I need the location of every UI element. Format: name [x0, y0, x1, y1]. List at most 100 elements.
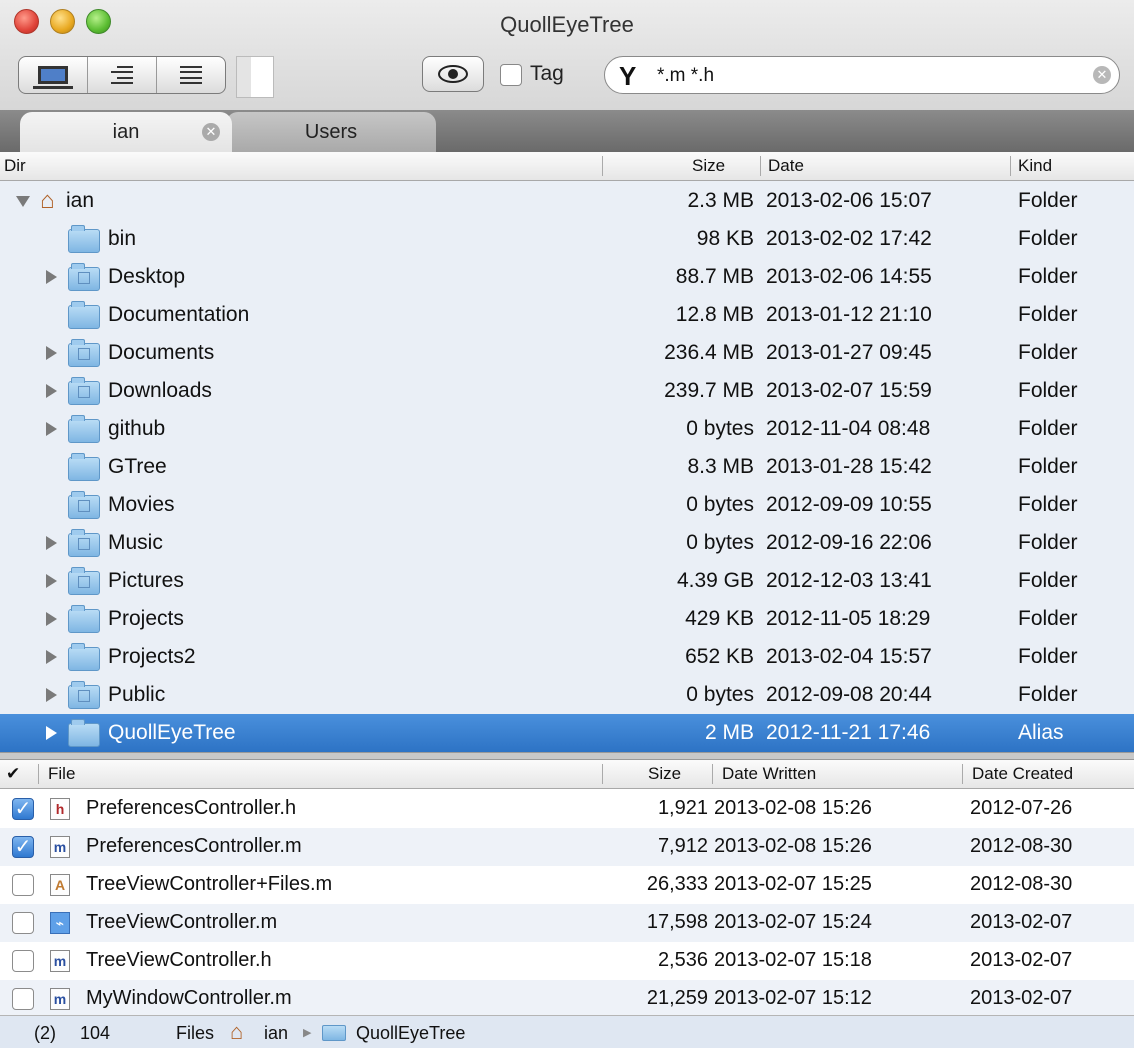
disclosure-triangle-icon[interactable] [16, 196, 30, 207]
column-header-date-written[interactable]: Date Written [722, 764, 816, 784]
file-count: 104 [80, 1023, 111, 1043]
file-size: 7,912 [657, 835, 708, 857]
tab-ian[interactable]: ian ✕ [20, 112, 232, 152]
disclosure-triangle-icon[interactable] [46, 612, 57, 626]
disclosure-triangle-icon[interactable] [46, 574, 57, 588]
dir-row[interactable]: Desktop 88.7 MB 2013-02-06 14:55 Folder [0, 258, 1134, 296]
dir-row[interactable]: Pictures 4.39 GB 2012-12-03 13:41 Folder [0, 562, 1134, 600]
m-file-icon: m [50, 836, 70, 858]
file-row[interactable]: ⌁ TreeViewController.m 17,598 2013-02-07 15… [0, 904, 1134, 942]
disclosure-triangle-icon[interactable] [46, 726, 57, 740]
filter-field[interactable]: Y *.m *.h ✕ [604, 56, 1120, 94]
outline-list-icon [111, 66, 133, 84]
dir-row[interactable]: Downloads 239.7 MB 2013-02-07 15:59 Folder [0, 372, 1134, 410]
dir-row[interactable]: Music 0 bytes 2012-09-16 22:06 Folder [0, 524, 1134, 562]
folder-icon [68, 415, 100, 443]
dir-row[interactable]: github 0 bytes 2012-11-04 08:48 Folder [0, 410, 1134, 448]
folder-icon [68, 643, 100, 671]
dir-date: 2013-02-06 14:55 [766, 265, 932, 288]
dir-row[interactable]: QuollEyeTree 2 MB 2012-11-21 17:46 Alias [0, 714, 1134, 752]
tag-checkbox[interactable] [500, 64, 522, 86]
tab-users[interactable]: Users [226, 112, 436, 152]
file-date-written: 2013-02-07 15:12 [714, 987, 872, 1009]
dir-name: Projects [108, 607, 184, 630]
column-header-check[interactable]: ✔ [6, 764, 20, 784]
disclosure-triangle-icon[interactable] [46, 346, 57, 360]
view-mode-segmented-control[interactable] [18, 56, 226, 94]
dir-row[interactable]: ⌂ ian 2.3 MB 2013-02-06 15:07 Folder [0, 182, 1134, 220]
dir-name: GTree [108, 455, 167, 478]
file-row[interactable]: ✓ h PreferencesController.h 1,921 2013-02-08… [0, 790, 1134, 828]
disclosure-triangle-icon[interactable] [46, 650, 57, 664]
dir-row[interactable]: Movies 0 bytes 2012-09-09 10:55 Folder [0, 486, 1134, 524]
file-checkbox[interactable] [12, 912, 34, 934]
view-icon-button[interactable] [19, 57, 88, 93]
tab-bar: Users ian ✕ [0, 110, 1134, 152]
dir-name: Projects2 [108, 645, 196, 668]
dir-date: 2012-09-09 10:55 [766, 493, 932, 516]
column-header-date[interactable]: Date [768, 156, 804, 176]
dir-name: Desktop [108, 265, 186, 288]
view-list-button[interactable] [157, 57, 225, 93]
file-checkbox[interactable] [12, 874, 34, 896]
pane-splitter[interactable] [0, 752, 1134, 760]
funnel-icon[interactable]: Y [619, 61, 636, 92]
path-home[interactable]: ian [264, 1023, 288, 1044]
file-row[interactable]: ✓ m PreferencesController.m 7,912 2013-02-08… [0, 828, 1134, 866]
clear-filter-icon[interactable]: ✕ [1093, 66, 1111, 84]
dir-size: 429 KB [685, 607, 754, 630]
dir-row[interactable]: Public 0 bytes 2012-09-08 20:44 Folder [0, 676, 1134, 714]
dir-row[interactable]: bin 98 KB 2013-02-02 17:42 Folder [0, 220, 1134, 258]
path-separator-icon: ▶ [303, 1027, 312, 1039]
list-icon [180, 66, 202, 84]
dir-size: 0 bytes [686, 531, 754, 554]
file-size: 1,921 [657, 797, 708, 819]
disclosure-triangle-icon[interactable] [46, 422, 57, 436]
disclosure-triangle-icon[interactable] [46, 688, 57, 702]
tag-label: Tag [530, 62, 564, 85]
dir-kind: Folder [1018, 493, 1078, 516]
dir-row[interactable]: Documentation 12.8 MB 2013-01-12 21:10 Fold… [0, 296, 1134, 334]
dir-size: 12.8 MB [675, 303, 754, 326]
dir-date: 2012-12-03 13:41 [766, 569, 932, 592]
quick-look-button[interactable] [422, 56, 484, 92]
folder-icon [68, 719, 100, 747]
column-header-file[interactable]: File [48, 764, 75, 784]
file-table-header: ✔ File Size Date Written Date Created [0, 760, 1134, 789]
file-checkbox[interactable]: ✓ [12, 836, 34, 858]
dir-size: 239.7 MB [664, 379, 754, 402]
status-bar: (2) 104 Files ⌂ ian ▶ QuollEyeTree [0, 1015, 1134, 1048]
close-tab-icon[interactable]: ✕ [202, 123, 220, 141]
dir-date: 2012-09-08 20:44 [766, 683, 932, 706]
dir-row[interactable]: Documents 236.4 MB 2013-01-27 09:45 Folder [0, 334, 1134, 372]
view-outline-button[interactable] [88, 57, 157, 93]
file-name: PreferencesController.m [86, 835, 302, 857]
dir-date: 2013-01-27 09:45 [766, 341, 932, 364]
column-header-size[interactable]: Size [648, 764, 681, 784]
file-row[interactable]: m TreeViewController.h 2,536 2013-02-07 15:… [0, 942, 1134, 980]
column-header-date-created[interactable]: Date Created [972, 764, 1073, 784]
file-checkbox[interactable]: ✓ [12, 798, 34, 820]
dir-size: 652 KB [685, 645, 754, 668]
screen-icon [33, 66, 73, 89]
file-checkbox[interactable] [12, 988, 34, 1010]
filter-input[interactable]: *.m *.h [657, 65, 714, 87]
file-checkbox[interactable] [12, 950, 34, 972]
disclosure-triangle-icon[interactable] [46, 536, 57, 550]
disclosure-triangle-icon[interactable] [46, 384, 57, 398]
column-header-size[interactable]: Size [692, 156, 725, 176]
dir-row[interactable]: GTree 8.3 MB 2013-01-28 15:42 Folder [0, 448, 1134, 486]
file-row[interactable]: m MyWindowController.m 21,259 2013-02-07 15… [0, 980, 1134, 1018]
dir-name: Pictures [108, 569, 184, 592]
dir-row[interactable]: Projects 429 KB 2012-11-05 18:29 Folder [0, 600, 1134, 638]
column-header-kind[interactable]: Kind [1018, 156, 1052, 176]
toggle-pane-button[interactable] [236, 56, 274, 98]
desktop-folder-icon [68, 263, 100, 291]
disclosure-triangle-icon[interactable] [46, 270, 57, 284]
column-header-dir[interactable]: Dir [4, 156, 26, 176]
file-row[interactable]: A TreeViewController+Files.m 26,333 2013-02… [0, 866, 1134, 904]
path-folder[interactable]: QuollEyeTree [356, 1023, 465, 1044]
dir-row[interactable]: Projects2 652 KB 2013-02-04 15:57 Folder [0, 638, 1134, 676]
tab-label: ian [112, 121, 140, 143]
tab-label: Users [304, 121, 358, 143]
